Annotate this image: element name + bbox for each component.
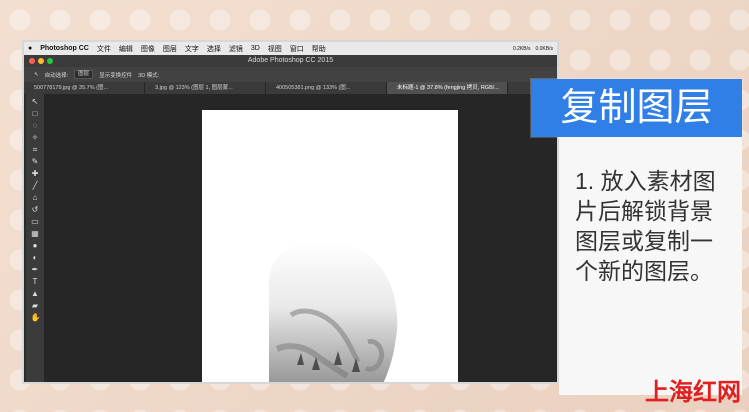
healing-tool-icon[interactable]: ✚ (31, 169, 40, 178)
close-icon[interactable] (29, 58, 35, 64)
path-selection-tool-icon[interactable]: ▲ (31, 289, 40, 298)
window-title: Adobe Photoshop CC 2015 (247, 57, 334, 64)
window-controls[interactable] (29, 58, 53, 64)
menu-image[interactable]: 图像 (141, 44, 155, 54)
menu-view[interactable]: 视图 (268, 44, 282, 54)
eraser-tool-icon[interactable]: ▭ (31, 217, 40, 226)
menu-filter[interactable]: 滤镜 (229, 44, 243, 54)
minimize-icon[interactable] (38, 58, 44, 64)
apple-icon[interactable]: ● (28, 45, 32, 52)
move-tool-icon[interactable]: ↖ (31, 97, 40, 106)
move-options-icon[interactable]: ↖ (34, 72, 39, 78)
menu-file[interactable]: 文件 (97, 44, 111, 54)
app-menu[interactable]: Photoshop CC (40, 45, 89, 52)
shape-tool-icon[interactable]: ▰ (31, 301, 40, 310)
tab-document-1[interactable]: 500778179.jpg @ 35.7% (图... (24, 82, 145, 94)
history-brush-tool-icon[interactable]: ↺ (31, 205, 40, 214)
document-tabs: 500778179.jpg @ 35.7% (图... 3.jpg @ 123%… (24, 82, 557, 94)
mode-3d-label: 3D 模式: (138, 72, 160, 79)
options-bar: ↖ 自动选择: 图层 显示变换控件 3D 模式: (24, 67, 557, 82)
pen-tool-icon[interactable]: ✒ (31, 265, 40, 274)
document-canvas[interactable] (202, 110, 458, 382)
menu-layer[interactable]: 图层 (163, 44, 177, 54)
menu-status: 0.2KB/s 0.0KB/s (513, 46, 553, 52)
lasso-tool-icon[interactable]: ◌ (31, 121, 40, 130)
eyedropper-tool-icon[interactable]: ✎ (31, 157, 40, 166)
photoshop-window: ● Photoshop CC 文件 编辑 图像 图层 文字 选择 滤镜 3D 视… (22, 40, 559, 384)
menu-edit[interactable]: 编辑 (119, 44, 133, 54)
show-transform-controls-label[interactable]: 显示变换控件 (99, 71, 132, 79)
menu-help[interactable]: 帮助 (312, 44, 326, 54)
tab-document-2[interactable]: 3.jpg @ 123% (图层 1, 图层蒙... (145, 82, 266, 94)
tools-panel: ↖ □ ◌ ✧ ⌗ ✎ ✚ ╱ ⌂ ↺ ▭ ▦ ● ◐ ✒ T ▲ ▰ ✋ (26, 94, 44, 382)
menu-3d[interactable]: 3D (251, 45, 260, 52)
tab-document-3[interactable]: 400505381.png @ 133% (图... (266, 82, 387, 94)
menu-select[interactable]: 选择 (207, 44, 221, 54)
menu-bar: ● Photoshop CC 文件 编辑 图像 图层 文字 选择 滤镜 3D 视… (24, 42, 557, 55)
auto-select-dropdown[interactable]: 图层 (74, 70, 94, 79)
clone-tool-icon[interactable]: ⌂ (31, 193, 40, 202)
crop-tool-icon[interactable]: ⌗ (31, 145, 40, 154)
magic-wand-tool-icon[interactable]: ✧ (31, 133, 40, 142)
instruction-text: 1. 放入素材图片后解锁背景图层或复制一个新的图层。 (575, 168, 716, 284)
menu-window[interactable]: 窗口 (290, 44, 304, 54)
auto-select-label: 自动选择: (44, 72, 69, 79)
canvas-area[interactable] (44, 94, 557, 382)
tab-document-4[interactable]: 未标题-1 @ 37.8% (fengjing 拷贝, RGB/... (387, 82, 508, 94)
brush-tool-icon[interactable]: ╱ (31, 181, 40, 190)
watermark-logo: 上海红网 (645, 379, 741, 406)
network-status-bottom: 0.0KB/s (535, 45, 553, 52)
menu-type[interactable]: 文字 (185, 44, 199, 54)
dodge-tool-icon[interactable]: ◐ (31, 253, 40, 262)
network-status-top: 0.2KB/s (512, 45, 531, 52)
gradient-tool-icon[interactable]: ▦ (31, 229, 40, 238)
hand-tool-icon[interactable]: ✋ (31, 313, 41, 322)
maximize-icon[interactable] (47, 58, 53, 64)
marquee-tool-icon[interactable]: □ (31, 109, 40, 118)
type-tool-icon[interactable]: T (31, 277, 40, 286)
window-title-bar: Adobe Photoshop CC 2015 (24, 55, 557, 67)
double-exposure-head-image (269, 241, 398, 382)
blur-tool-icon[interactable]: ● (31, 241, 40, 250)
title-banner: 复制图层 (531, 79, 742, 137)
